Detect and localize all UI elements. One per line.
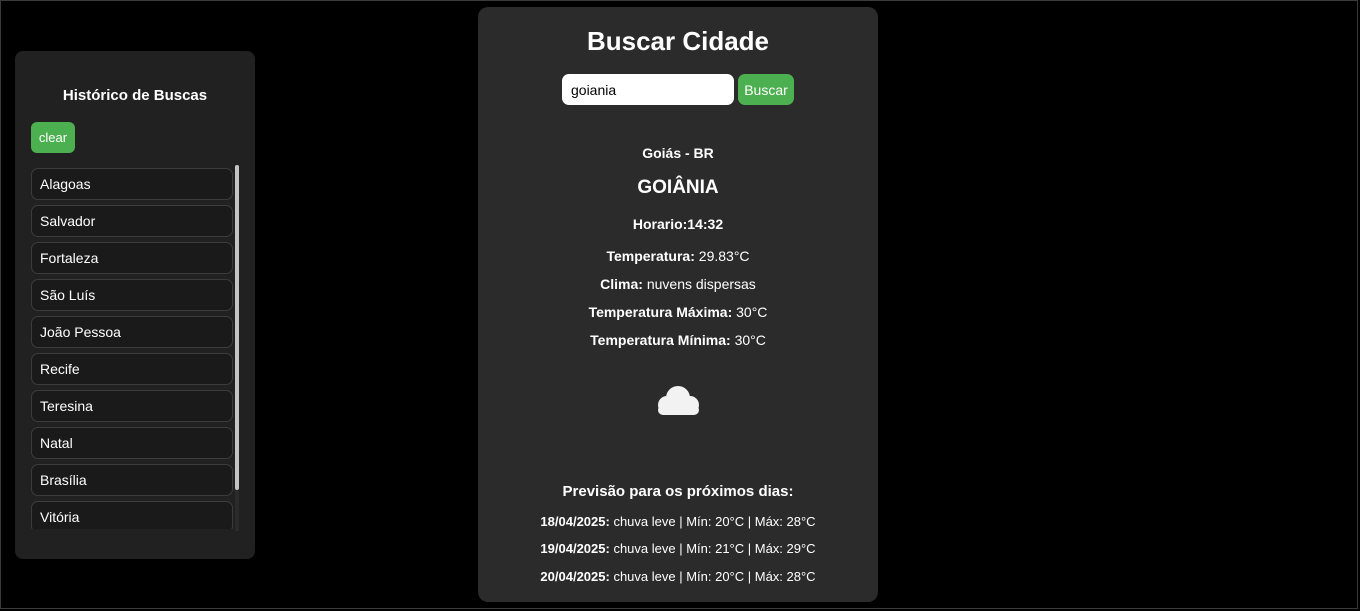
min-temperature-label: Temperatura Mínima: [590,332,731,348]
climate-value: nuvens dispersas [646,276,756,292]
history-title: Histórico de Buscas [62,87,208,104]
forecast-title: Previsão para os próximos dias: [562,483,794,500]
city-name: GOIÂNIA [637,177,719,198]
forecast-day: 20/04/2025: chuva leve | Mín: 20°C | Máx… [478,568,878,586]
page-title: Buscar Cidade [586,26,770,56]
cloud-icon [658,386,699,415]
city-search-input[interactable] [562,74,734,105]
clear-button[interactable]: clear [31,122,75,153]
forecast-date: 18/04/2025: [540,514,610,529]
history-item[interactable]: Vitória [31,501,233,529]
history-scrollbar-thumb[interactable] [235,165,239,490]
forecast-date: 20/04/2025: [540,569,610,584]
max-temperature-row: Temperatura Máxima: 30°C [478,303,878,321]
temperature-label: Temperatura: [606,248,695,264]
forecast-day: 18/04/2025: chuva leve | Mín: 20°C | Máx… [478,513,878,531]
forecast-text: chuva leve | Mín: 20°C | Máx: 28°C [613,569,816,584]
history-item[interactable]: Recife [31,353,233,385]
min-temperature-value: 30°C [734,332,766,348]
min-temperature-row: Temperatura Mínima: 30°C [478,331,878,349]
max-temperature-label: Temperatura Máxima: [588,304,733,320]
history-item[interactable]: São Luís [31,279,233,311]
history-item[interactable]: Salvador [31,205,233,237]
history-sidebar: Histórico de Buscas clear Alagoas Salvad… [15,51,255,559]
history-item[interactable]: Natal [31,427,233,459]
history-list: Alagoas Salvador Fortaleza São Luís João… [31,168,235,529]
max-temperature-value: 30°C [736,304,768,320]
history-item[interactable]: Fortaleza [31,242,233,274]
location-label: Goiás - BR [642,145,714,161]
history-item[interactable]: Brasília [31,464,233,496]
forecast-text: chuva leve | Mín: 20°C | Máx: 28°C [613,514,816,529]
local-time: Horario:14:32 [632,216,724,232]
forecast-text: chuva leve | Mín: 21°C | Máx: 29°C [613,541,816,556]
weather-card: Buscar Cidade Buscar Goiás - BR GOIÂNIA … [478,7,878,602]
history-item[interactable]: João Pessoa [31,316,233,348]
climate-label: Clima: [600,276,643,292]
temperature-row: Temperatura: 29.83°C [478,247,878,265]
search-button[interactable]: Buscar [738,74,794,105]
history-item[interactable]: Alagoas [31,168,233,200]
forecast-day: 19/04/2025: chuva leve | Mín: 21°C | Máx… [478,540,878,558]
climate-row: Clima: nuvens dispersas [478,275,878,293]
temperature-value: 29.83°C [698,248,750,264]
history-item[interactable]: Teresina [31,390,233,422]
forecast-date: 19/04/2025: [540,541,610,556]
